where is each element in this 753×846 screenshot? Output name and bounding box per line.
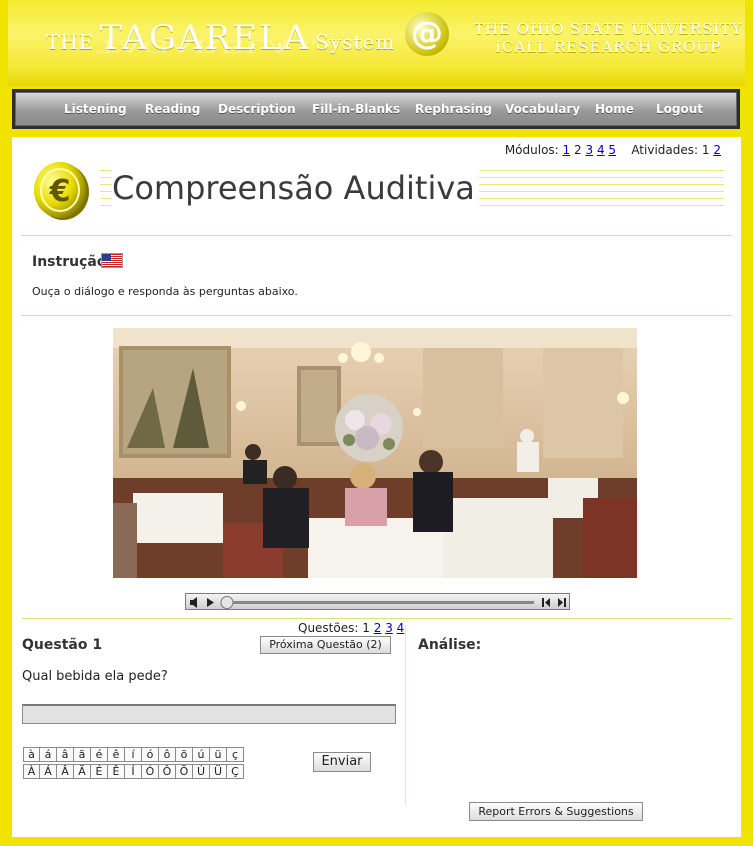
accent-key[interactable]: ã <box>74 747 91 762</box>
accent-key[interactable]: à <box>23 747 40 762</box>
accent-key[interactable]: í <box>125 747 142 762</box>
accent-key[interactable]: Ç <box>227 764 244 779</box>
restaurant-photo <box>113 328 637 578</box>
activity-link-2[interactable]: 2 <box>713 143 721 157</box>
accent-key[interactable]: Í <box>125 764 142 779</box>
accent-key[interactable]: ç <box>227 747 244 762</box>
module-activity-nav: Módulos: 1 2 3 4 5 Atividades: 1 2 <box>505 143 721 157</box>
accent-key[interactable]: Â <box>57 764 74 779</box>
svg-text:€: € <box>49 174 71 209</box>
divider <box>22 315 732 316</box>
module-link-5[interactable]: 5 <box>608 143 616 157</box>
next-question-button[interactable]: Próxima Questão (2) <box>260 636 391 654</box>
site-header: THE TAGARELA System THE TAGARELA System … <box>8 0 745 86</box>
euro-coin-icon: € <box>34 162 89 220</box>
questions-label: Questões: <box>298 621 359 635</box>
instruction-title: Instrução <box>32 254 107 270</box>
main-content: Módulos: 1 2 3 4 5 Atividades: 1 2 € Com… <box>12 137 741 837</box>
question-link-3[interactable]: 3 <box>385 621 393 635</box>
accent-key[interactable]: Ê <box>108 764 125 779</box>
module-link-1[interactable]: 1 <box>563 143 571 157</box>
play-icon <box>207 598 214 607</box>
accent-key[interactable]: À <box>23 764 40 779</box>
question-current-1: 1 <box>362 621 370 635</box>
main-nav-bar: Listening Reading Description Fill-in-Bl… <box>15 92 737 126</box>
logo-reflection: THE TAGARELA System <box>46 36 371 56</box>
accent-key[interactable]: á <box>40 747 57 762</box>
instruction-text: Ouça o diálogo e responda às perguntas a… <box>32 285 298 298</box>
page-frame: THE TAGARELA System THE TAGARELA System … <box>0 0 753 846</box>
us-flag-icon[interactable] <box>101 253 123 268</box>
page-title: Compreensão Auditiva <box>112 169 479 207</box>
question-prompt: Qual bebida ela pede? <box>22 669 168 684</box>
accent-key[interactable]: Ô <box>159 764 176 779</box>
volume-icon <box>190 597 197 608</box>
accent-key[interactable]: ê <box>108 747 125 762</box>
nav-fill-in-blanks[interactable]: Fill-in-Blanks <box>312 102 400 116</box>
nav-reading[interactable]: Reading <box>145 102 200 116</box>
accent-key[interactable]: ó <box>142 747 159 762</box>
accent-key[interactable]: Õ <box>176 764 193 779</box>
analysis-title: Análise: <box>418 637 482 653</box>
accent-row-upper: À Á Â Ã É Ê Í Ó Ô Õ Ú Ü Ç <box>23 764 244 779</box>
audio-player <box>185 593 570 610</box>
module-current-2: 2 <box>574 143 582 157</box>
module-link-4[interactable]: 4 <box>597 143 605 157</box>
accent-key[interactable]: ü <box>210 747 227 762</box>
divider <box>22 235 732 236</box>
university-line-2: ICALL RESEARCH GROUP <box>495 38 722 56</box>
main-nav: Listening Reading Description Fill-in-Bl… <box>12 89 740 129</box>
module-link-3[interactable]: 3 <box>585 143 593 157</box>
modules-label: Módulos: <box>504 143 559 157</box>
send-button[interactable]: Enviar <box>313 752 371 772</box>
accent-key[interactable]: ú <box>193 747 210 762</box>
rewind-icon <box>542 598 550 607</box>
accent-key[interactable]: õ <box>176 747 193 762</box>
question-link-2[interactable]: 2 <box>374 621 382 635</box>
forward-icon <box>558 598 566 607</box>
accent-key[interactable]: Ó <box>142 764 159 779</box>
divider <box>22 618 732 619</box>
nav-logout[interactable]: Logout <box>656 102 703 116</box>
accent-key[interactable]: Ü <box>210 764 227 779</box>
university-line-1: THE OHIO STATE UNIVERSITY <box>474 20 743 38</box>
accent-keyboard: à á â ã é ê í ó ô õ ú ü ç À Á Â Ã É Ê Í … <box>23 747 244 781</box>
accent-key[interactable]: É <box>91 764 108 779</box>
player-controls <box>190 596 566 609</box>
accent-key[interactable]: é <box>91 747 108 762</box>
report-errors-button[interactable]: Report Errors & Suggestions <box>469 802 643 821</box>
nav-home[interactable]: Home <box>595 102 634 116</box>
accent-key[interactable]: ô <box>159 747 176 762</box>
accent-key[interactable]: Ú <box>193 764 210 779</box>
accent-key[interactable]: Á <box>40 764 57 779</box>
activity-current-1: 1 <box>701 143 710 157</box>
question-link-4[interactable]: 4 <box>397 621 405 635</box>
nav-listening[interactable]: Listening <box>64 102 127 116</box>
question-nav: Questões: 1 2 3 4 <box>298 621 404 635</box>
at-sign-icon: @ <box>405 12 449 56</box>
answer-input[interactable] <box>22 704 396 724</box>
column-divider <box>405 625 406 805</box>
seek-knob <box>220 596 234 609</box>
nav-vocabulary[interactable]: Vocabulary <box>505 102 580 116</box>
question-title: Questão 1 <box>22 637 103 653</box>
accent-row-lower: à á â ã é ê í ó ô õ ú ü ç <box>23 747 244 762</box>
accent-key[interactable]: â <box>57 747 74 762</box>
university-name: THE OHIO STATE UNIVERSITY ICALL RESEARCH… <box>474 20 742 56</box>
activities-label: Atividades: <box>631 143 699 157</box>
nav-rephrasing[interactable]: Rephrasing <box>415 102 492 116</box>
nav-description[interactable]: Description <box>218 102 296 116</box>
accent-key[interactable]: Ã <box>74 764 91 779</box>
